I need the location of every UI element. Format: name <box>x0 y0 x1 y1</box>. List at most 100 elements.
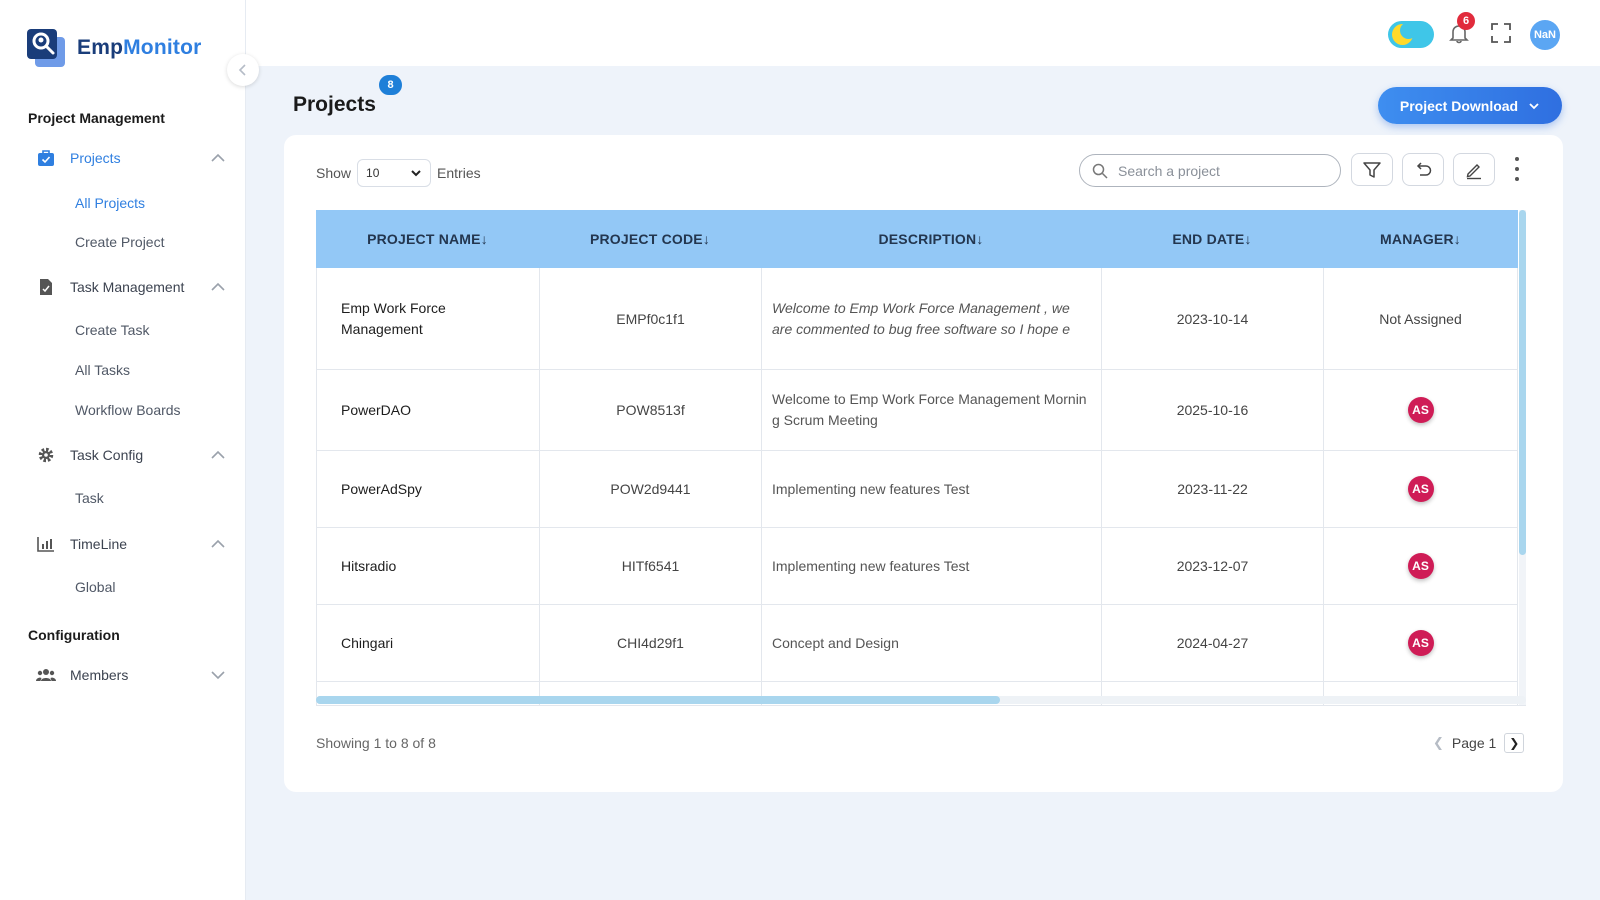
fullscreen-icon[interactable] <box>1491 23 1511 43</box>
vertical-scrollbar-thumb[interactable] <box>1519 210 1526 555</box>
sidebar-subitem-all-tasks[interactable]: All Tasks <box>75 362 130 378</box>
sidebar-item-members[interactable]: Members <box>36 663 226 687</box>
manager-avatar[interactable]: AS <box>1407 476 1434 502</box>
projects-card: Show 10 Entries Search a project PROJECT… <box>284 135 1563 792</box>
cell-project-name[interactable]: Hitsradio <box>316 528 539 604</box>
cell-end-date: 2023-12-07 <box>1101 528 1323 604</box>
entries-select[interactable]: 10 <box>357 159 432 187</box>
theme-toggle[interactable] <box>1388 21 1434 48</box>
manager-avatar[interactable]: AS <box>1407 553 1434 579</box>
projects-table: PROJECT NAME ↓ PROJECT CODE ↓ DESCRIPTION ↓… <box>316 210 1526 706</box>
table-header: PROJECT NAME ↓ PROJECT CODE ↓ DESCRIPTION ↓… <box>316 210 1518 268</box>
section-project-management: Project Management <box>28 110 165 126</box>
sidebar-item-label: Task Management <box>70 279 185 295</box>
cell-project-code: POW2d9441 <box>539 451 761 527</box>
chevron-down-icon <box>1529 102 1539 109</box>
project-download-button[interactable]: Project Download <box>1378 87 1562 124</box>
cell-project-name[interactable]: Chingari <box>316 605 539 681</box>
pencil-icon <box>1466 163 1481 179</box>
horizontal-scrollbar[interactable] <box>316 696 1526 704</box>
cell-description: Welcome to Emp Work Force Management , w… <box>761 268 1101 369</box>
next-page-button[interactable]: ❯ <box>1504 733 1525 753</box>
page-title: Projects <box>293 93 376 116</box>
column-header-manager[interactable]: MANAGER ↓ <box>1323 210 1518 268</box>
table-row[interactable]: PowerDAO POW8513f Welcome to Emp Work Fo… <box>316 370 1518 451</box>
table-row[interactable]: Emp Work Force Management EMPf0c1f1 Welc… <box>316 268 1518 370</box>
cell-project-name[interactable]: Emp Work Force Management <box>316 268 539 369</box>
sidebar-subitem-all-projects[interactable]: All Projects <box>75 195 145 211</box>
more-options-icon[interactable] <box>1513 157 1521 181</box>
empmonitor-logo-icon <box>27 29 65 67</box>
cell-project-code: POW8513f <box>539 370 761 450</box>
column-header-project-name[interactable]: PROJECT NAME ↓ <box>316 210 539 268</box>
bar-chart-icon <box>36 534 56 554</box>
project-count-badge: 8 <box>377 73 404 97</box>
cell-project-code: CHI4d29f1 <box>539 605 761 681</box>
briefcase-icon <box>36 148 56 168</box>
sidebar-item-task-config[interactable]: Task Config <box>36 443 226 467</box>
search-input[interactable]: Search a project <box>1079 154 1341 187</box>
chevron-up-icon <box>211 282 225 291</box>
page-label: Page 1 <box>1451 735 1497 751</box>
user-avatar[interactable]: NaN <box>1530 20 1560 50</box>
cell-end-date: 2024-04-27 <box>1101 605 1323 681</box>
vertical-scrollbar[interactable] <box>1519 210 1526 705</box>
undo-icon <box>1416 161 1432 176</box>
cell-description: Implementing new features Test <box>761 528 1101 604</box>
entries-label: Entries <box>437 165 481 181</box>
chevron-down-icon <box>411 170 421 177</box>
filter-button[interactable] <box>1351 153 1393 186</box>
sidebar: EmpMonitor Project Management Projects A… <box>0 0 246 900</box>
cell-manager: AS <box>1323 528 1518 604</box>
sidebar-item-label: Task Config <box>70 447 144 463</box>
column-header-project-code[interactable]: PROJECT CODE ↓ <box>539 210 761 268</box>
cell-manager: AS <box>1323 605 1518 681</box>
moon-icon <box>1392 22 1417 45</box>
sidebar-item-label: Members <box>70 667 129 683</box>
manager-avatar[interactable]: AS <box>1407 630 1434 656</box>
reset-button[interactable] <box>1402 153 1444 186</box>
table-row[interactable]: Hitsradio HITf6541 Implementing new feat… <box>316 528 1518 605</box>
show-label: Show <box>316 165 352 181</box>
sidebar-subitem-workflow-boards[interactable]: Workflow Boards <box>75 402 181 418</box>
sidebar-item-label: TimeLine <box>70 536 128 552</box>
cell-description: Welcome to Emp Work Force Management Mor… <box>761 370 1101 450</box>
chevron-up-icon <box>211 539 225 548</box>
sidebar-collapse-button[interactable] <box>227 54 259 86</box>
chevron-up-icon <box>211 450 225 459</box>
sort-arrow-icon: ↓ <box>1453 231 1461 247</box>
cell-project-name[interactable]: PowerAdSpy <box>316 451 539 527</box>
horizontal-scrollbar-thumb[interactable] <box>316 696 1000 704</box>
table-row[interactable]: PowerAdSpy POW2d9441 Implementing new fe… <box>316 451 1518 528</box>
column-header-end-date[interactable]: END DATE ↓ <box>1101 210 1323 268</box>
cell-manager: AS <box>1323 451 1518 527</box>
notification-badge: 6 <box>1457 12 1475 30</box>
sort-arrow-icon: ↓ <box>480 231 488 247</box>
pagination-summary: Showing 1 to 8 of 8 <box>316 735 436 751</box>
chevron-down-icon <box>211 671 225 680</box>
sidebar-item-task-management[interactable]: Task Management <box>36 275 226 299</box>
sidebar-item-timeline[interactable]: TimeLine <box>36 532 226 556</box>
sidebar-item-projects[interactable]: Projects <box>36 146 226 170</box>
section-configuration: Configuration <box>28 627 120 643</box>
sidebar-item-label: Projects <box>70 150 121 166</box>
brand-name: EmpMonitor <box>77 36 202 59</box>
cell-project-code: EMPf0c1f1 <box>539 268 761 369</box>
edit-button[interactable] <box>1453 153 1495 186</box>
cell-project-name[interactable]: PowerDAO <box>316 370 539 450</box>
table-row[interactable]: Chingari CHI4d29f1 Concept and Design 20… <box>316 605 1518 682</box>
column-header-description[interactable]: DESCRIPTION ↓ <box>761 210 1101 268</box>
filter-icon <box>1363 161 1381 178</box>
brand-logo[interactable]: EmpMonitor <box>27 27 202 69</box>
pagination: ❮ Page 1 ❯ <box>1433 733 1525 753</box>
prev-page-icon[interactable]: ❮ <box>1433 735 1444 751</box>
cell-end-date: 2025-10-16 <box>1101 370 1323 450</box>
sidebar-subitem-create-task[interactable]: Create Task <box>75 322 149 338</box>
sidebar-subitem-task[interactable]: Task <box>75 490 104 506</box>
cell-manager: Not Assigned <box>1323 268 1518 369</box>
gear-icon <box>36 445 56 465</box>
sidebar-subitem-global[interactable]: Global <box>75 579 115 595</box>
sidebar-subitem-create-project[interactable]: Create Project <box>75 234 164 250</box>
manager-avatar[interactable]: AS <box>1407 397 1434 423</box>
table-body: Emp Work Force Management EMPf0c1f1 Welc… <box>316 268 1518 705</box>
